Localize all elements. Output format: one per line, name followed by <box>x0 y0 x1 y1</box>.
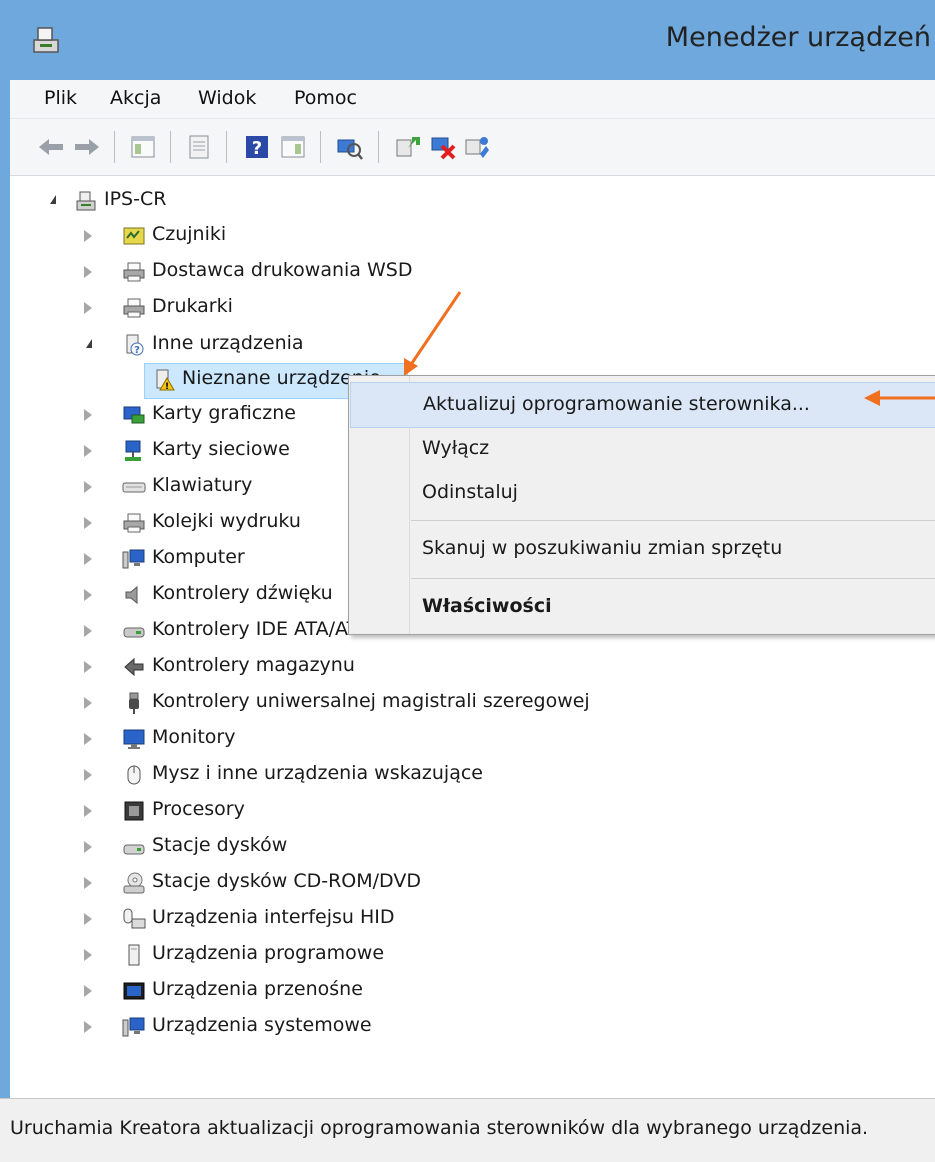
annotation-arrows <box>404 291 935 406</box>
annotation-arrow-to-device <box>404 291 462 376</box>
device-manager-window: Menedżer urządzeń Plik Akcja Widok Pomoc… <box>0 0 935 1162</box>
status-bar: Uruchamia Kreatora aktualizacji oprogram… <box>0 1098 935 1162</box>
status-text: Uruchamia Kreatora aktualizacji oprogram… <box>10 1117 869 1139</box>
annotation-arrow-to-update-driver <box>864 390 935 406</box>
